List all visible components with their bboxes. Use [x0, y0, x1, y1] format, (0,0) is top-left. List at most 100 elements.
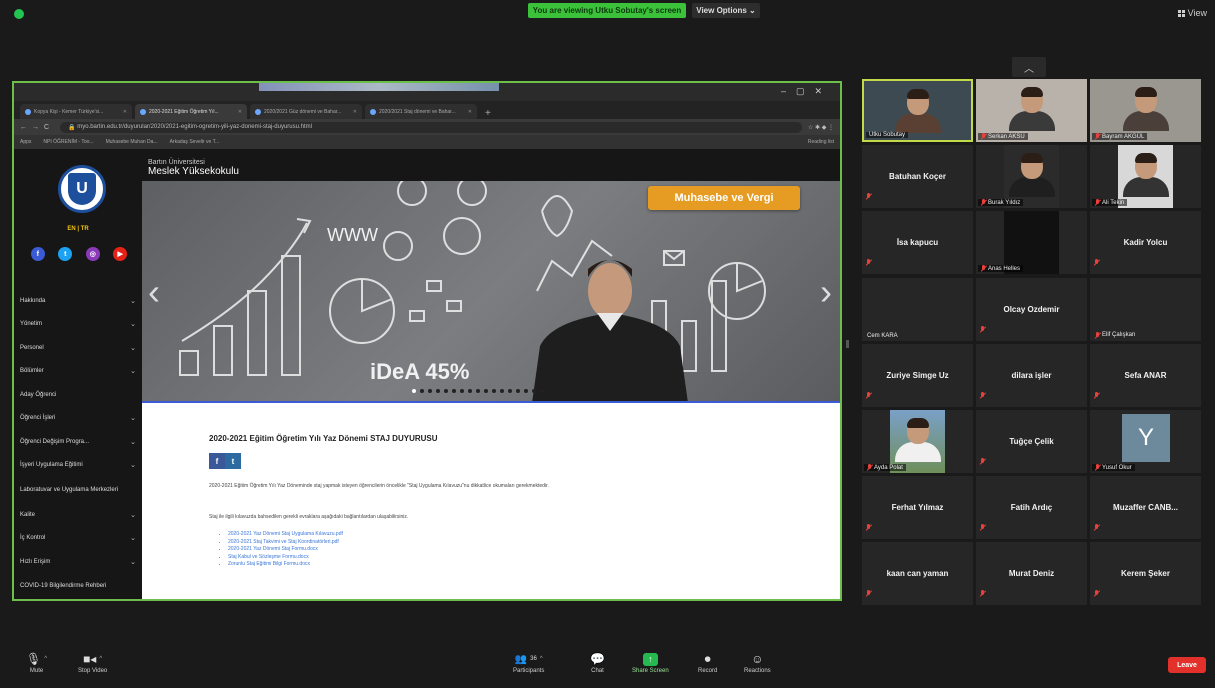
site-menu-item[interactable]: Hızlı Erişim ⌄ [14, 550, 142, 574]
slider-dot[interactable] [428, 389, 432, 393]
participant-tile[interactable]: Ferhat Yılmaz [862, 476, 973, 540]
slider-dot[interactable] [420, 389, 424, 393]
slider-dot[interactable] [444, 389, 448, 393]
extensions-icon[interactable]: ☆ ✱ ◆ ⋮ [808, 124, 834, 131]
browser-tab[interactable]: 2020/2021 Güz dönemi ve Bahar... ✕ [250, 104, 362, 119]
document-link[interactable]: 2020-2021 Staj Takvimi ve Staj Koordinat… [228, 539, 343, 547]
site-menu-item[interactable]: Personel ⌄ [14, 336, 142, 360]
slider-dot[interactable] [500, 389, 504, 393]
slider-dot[interactable] [412, 389, 416, 393]
participant-tile[interactable]: Serkan AKSU [976, 79, 1087, 142]
site-menu-item[interactable]: Laboratuvar ve Uygulama Merkezleri [14, 477, 142, 503]
participant-tile[interactable]: dilara işler [976, 343, 1087, 407]
slider-dot[interactable] [532, 389, 536, 393]
browser-tab[interactable]: 2020-2021 Eğitim Öğretim Yıl... ✕ [135, 104, 247, 119]
close-icon[interactable]: ✕ [123, 109, 127, 115]
bookmark-item[interactable]: Muhasebe Muhan Da... [106, 139, 158, 145]
slider-dot[interactable] [452, 389, 456, 393]
participant-tile[interactable]: Kerem Şeker [1090, 542, 1201, 606]
site-menu-item[interactable]: Kalite ⌄ [14, 503, 142, 527]
instagram-icon[interactable]: ◎ [85, 247, 100, 261]
security-shield-icon[interactable] [14, 9, 24, 19]
site-menu-item[interactable]: Aday Öğrenci [14, 383, 142, 407]
participant-tile[interactable]: Anas Helles [976, 211, 1087, 275]
document-link[interactable]: Staj Kabul ve Sözleşme Formu.docx [228, 554, 343, 562]
participant-tile[interactable]: Kadir Yolcu [1090, 211, 1201, 275]
site-menu-item[interactable]: Bölümler ⌄ [14, 360, 142, 384]
record-button[interactable]: ⏺ Record [698, 650, 717, 675]
participant-tile[interactable]: Batuhan Koçer [862, 145, 973, 209]
twitter-icon[interactable]: t [58, 247, 73, 261]
participant-tile[interactable]: Y Yusuf Okur [1090, 410, 1201, 473]
participant-tile[interactable]: Elif Çalışkan [1090, 277, 1201, 341]
share-screen-button[interactable]: ↑ Share Screen [632, 650, 669, 674]
new-tab-icon[interactable]: + [480, 108, 496, 119]
site-menu-item[interactable]: İşyeri Uygulama Eğitimi ⌄ [14, 454, 142, 478]
participant-tile[interactable]: Sefa ANAR [1090, 343, 1201, 407]
facebook-share-icon[interactable]: f [209, 453, 225, 469]
bookmark-item[interactable]: Apps [20, 139, 31, 145]
leave-button[interactable]: Leave [1168, 657, 1206, 673]
slider-dot[interactable] [508, 389, 512, 393]
twitter-share-icon[interactable]: t [225, 453, 241, 469]
browser-tab[interactable]: 2020/2021 Staj dönemi ve Bahar... ✕ [365, 104, 477, 119]
participant-tile[interactable]: Ayda Polat [862, 410, 973, 473]
address-bar[interactable]: 🔒 myo.bartin.edu.tr/duyurular/2020/2021-… [60, 121, 802, 133]
participant-tile[interactable]: Fatih Ardıç [976, 476, 1087, 540]
language-switch[interactable]: EN | TR [14, 226, 142, 232]
slider-dot[interactable] [484, 389, 488, 393]
chevron-up-icon[interactable]: ^ [540, 656, 543, 662]
slider-dot[interactable] [540, 389, 544, 393]
mute-button[interactable]: 🎙 ^ Mute [26, 650, 47, 674]
participant-tile[interactable]: Ali Tekin [1090, 145, 1201, 209]
reactions-button[interactable]: ☺ Reactions [744, 650, 771, 674]
site-menu-item[interactable]: COVID-19 Bilgilendirme Rehberi [14, 574, 142, 600]
browser-tab[interactable]: Kopya Kişi - Kemer Türkiye'si... ✕ [20, 104, 132, 119]
slider-prev-icon[interactable]: ‹ [148, 271, 160, 313]
close-icon[interactable]: ✕ [468, 109, 472, 115]
site-menu-item[interactable]: Yönetim ⌄ [14, 313, 142, 337]
close-icon[interactable]: ✕ [353, 109, 357, 115]
slider-dot[interactable] [476, 389, 480, 393]
document-link[interactable]: 2020-2021 Yaz Dönemi Staj Formu.docx [228, 546, 343, 554]
panel-resize-handle[interactable] [846, 340, 849, 348]
participant-tile[interactable]: Murat Deniz [976, 542, 1087, 606]
participant-tile[interactable]: kaan can yaman [862, 542, 973, 606]
chat-button[interactable]: 💬 Chat [590, 650, 605, 674]
reading-list[interactable]: Reading list [808, 139, 834, 145]
slider-dot[interactable] [460, 389, 464, 393]
participants-button[interactable]: 👥 36 ^ Participants [513, 650, 544, 675]
slider-dot[interactable] [524, 389, 528, 393]
participant-tile[interactable]: Muzaffer CANB... [1090, 476, 1201, 540]
site-menu-item[interactable]: Hakkında ⌄ [14, 289, 142, 313]
facebook-icon[interactable]: f [30, 247, 45, 261]
chevron-up-icon[interactable]: ^ [44, 656, 47, 662]
stop-video-button[interactable]: ■◂ ^ Stop Video [78, 650, 107, 674]
slider-dot[interactable] [468, 389, 472, 393]
youtube-icon[interactable]: ▶ [113, 247, 128, 261]
slider-dot[interactable] [436, 389, 440, 393]
slider-dot[interactable] [516, 389, 520, 393]
participant-tile[interactable]: İsa kapucu [862, 211, 973, 275]
nav-arrows-icon[interactable]: ←→C [20, 124, 54, 131]
slider-dot[interactable] [492, 389, 496, 393]
bookmark-item[interactable]: Arkadaş Sevelir ve T... [170, 139, 220, 145]
bookmark-item[interactable]: NPI ÖĞRENİM - Too... [43, 139, 93, 145]
site-menu-item[interactable]: İç Kontrol ⌄ [14, 527, 142, 551]
slider-next-icon[interactable]: › [820, 271, 832, 313]
participant-tile[interactable]: Olcay Ozdemir [976, 277, 1087, 341]
document-link[interactable]: Zorunlu Staj Eğitimi Bilgi Formu.docx [228, 561, 343, 569]
site-menu-item[interactable]: Öğrenci Değişim Progra... ⌄ [14, 430, 142, 454]
site-menu-item[interactable]: Öğrenci İşleri ⌄ [14, 407, 142, 431]
participant-tile[interactable]: Bayram AKGÜL [1090, 79, 1201, 142]
gallery-scroll-up-icon[interactable]: ︿ [1012, 57, 1046, 77]
participant-tile[interactable]: Zuriye Simge Uz [862, 343, 973, 407]
participant-tile[interactable]: Utku Sobutay [862, 79, 973, 142]
close-icon[interactable]: ✕ [238, 109, 242, 115]
participant-tile[interactable]: Burak Yıldız [976, 145, 1087, 209]
participant-tile[interactable]: Tuğçe Çelik [976, 410, 1087, 473]
document-link[interactable]: 2020-2021 Yaz Dönemi Staj Uygulama Kılav… [228, 531, 343, 539]
view-layout-button[interactable]: View [1177, 8, 1207, 18]
view-options-button[interactable]: View Options ⌄ [692, 3, 760, 18]
chevron-up-icon[interactable]: ^ [99, 656, 102, 662]
